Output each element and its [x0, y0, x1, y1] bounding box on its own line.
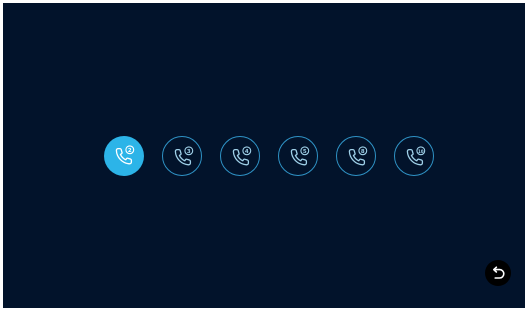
ring-option-8[interactable]: 8: [336, 136, 376, 176]
back-button[interactable]: [485, 260, 511, 286]
phone-ring-icon: 5: [290, 146, 310, 166]
ring-option-3[interactable]: 3: [162, 136, 202, 176]
ring-option-4[interactable]: 4: [220, 136, 260, 176]
screen: 2 3 4 5 8 10: [3, 3, 525, 308]
ring-option-10[interactable]: 10: [394, 136, 434, 176]
ring-count-label: 3: [187, 149, 191, 155]
phone-ring-icon: 4: [232, 146, 252, 166]
back-arrow-icon: [493, 266, 505, 279]
ring-count-options: 2 3 4 5 8 10: [104, 136, 436, 176]
ring-option-2[interactable]: 2: [104, 136, 144, 176]
phone-ring-icon: 2: [115, 145, 135, 165]
phone-ring-icon: 3: [174, 146, 194, 166]
phone-ring-icon: 10: [406, 146, 426, 166]
phone-ring-icon: 8: [348, 146, 368, 166]
ring-count-label: 5: [303, 149, 307, 155]
ring-count-label: 4: [245, 149, 249, 155]
ring-count-label: 10: [418, 149, 424, 154]
ring-option-5[interactable]: 5: [278, 136, 318, 176]
ring-count-label: 8: [361, 149, 365, 155]
ring-count-label: 2: [128, 148, 132, 154]
